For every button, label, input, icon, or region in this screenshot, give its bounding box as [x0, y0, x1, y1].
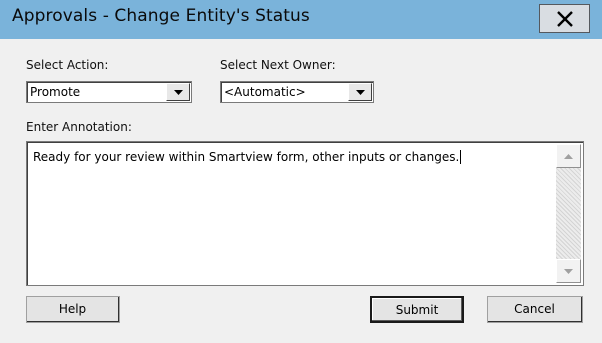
annotation-text[interactable]: Ready for your review within Smartview f…: [33, 150, 462, 164]
close-icon: [556, 10, 573, 27]
annotation-scrollbar[interactable]: [556, 144, 581, 283]
annotation-textarea[interactable]: Ready for your review within Smartview f…: [26, 141, 584, 286]
chevron-down-icon: [173, 89, 183, 95]
submit-button[interactable]: Submit: [370, 296, 464, 323]
window-title: Approvals - Change Entity's Status: [12, 6, 310, 26]
enter-annotation-label: Enter Annotation:: [26, 120, 132, 134]
help-button[interactable]: Help: [26, 296, 120, 323]
close-button[interactable]: [539, 4, 590, 33]
select-next-owner-dropdown-button[interactable]: [348, 83, 372, 101]
arrow-down-icon: [564, 268, 573, 274]
chevron-down-icon: [355, 89, 365, 95]
select-action-dropdown-button[interactable]: [166, 83, 190, 101]
select-next-owner-label: Select Next Owner:: [220, 58, 336, 72]
annotation-value: Ready for your review within Smartview f…: [33, 150, 460, 164]
scroll-down-button[interactable]: [556, 259, 581, 283]
select-next-owner-dropdown[interactable]: <Automatic>: [220, 81, 374, 103]
title-bar[interactable]: Approvals - Change Entity's Status: [0, 0, 602, 39]
arrow-up-icon: [564, 153, 573, 159]
select-action-value: Promote: [30, 85, 81, 99]
select-action-dropdown[interactable]: Promote: [26, 81, 192, 103]
text-caret: [460, 150, 462, 164]
scroll-up-button[interactable]: [556, 144, 581, 168]
cancel-button[interactable]: Cancel: [487, 296, 583, 323]
select-action-label: Select Action:: [26, 58, 109, 72]
approvals-dialog: Approvals - Change Entity's Status Selec…: [0, 0, 602, 343]
select-next-owner-value: <Automatic>: [224, 85, 306, 99]
